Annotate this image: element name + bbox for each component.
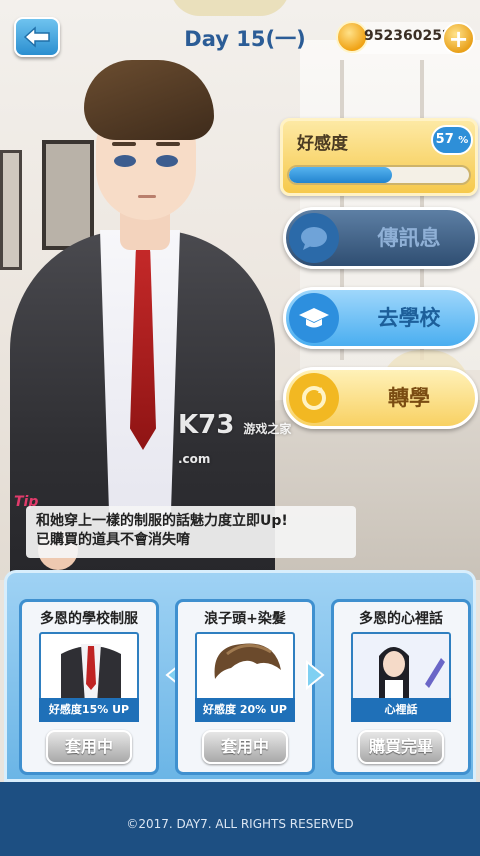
chevron-right-icon bbox=[306, 660, 325, 690]
character-hair bbox=[84, 60, 214, 140]
add-coins-button[interactable]: + bbox=[442, 22, 475, 55]
transfer-cycle-icon bbox=[289, 373, 339, 423]
affection-bar bbox=[287, 165, 471, 185]
arrow-left-icon bbox=[23, 26, 50, 48]
send-message-label: 傳訊息 bbox=[377, 226, 441, 250]
character-eye bbox=[114, 155, 136, 167]
day-title: Day 15(一) bbox=[184, 27, 306, 51]
affection-percent-sign: % bbox=[458, 135, 469, 146]
character-brow bbox=[112, 142, 136, 146]
graduation-cap-icon bbox=[289, 293, 339, 343]
watermark-main: K73 bbox=[178, 410, 235, 440]
ceiling-lamp bbox=[170, 0, 290, 16]
shop-item-title: 浪子頭+染髮 bbox=[204, 611, 286, 627]
shop-item-bonus: 好感度 20% UP bbox=[195, 698, 295, 722]
plus-icon: + bbox=[448, 24, 469, 53]
affection-panel: 好感度 57 % bbox=[280, 118, 478, 196]
shop-item-title: 多恩的心裡話 bbox=[359, 611, 443, 627]
item-shop-panel: 多恩的學校制服 好感度15% UP 套用中 浪子頭+染髮 好感度 20% UP … bbox=[4, 570, 476, 782]
affection-percent: 57 bbox=[435, 132, 454, 147]
apply-button[interactable]: 套用中 bbox=[202, 730, 288, 764]
character-eye bbox=[156, 155, 178, 167]
shop-item-card[interactable]: 浪子頭+染髮 好感度 20% UP 套用中 bbox=[175, 599, 315, 775]
tip-line-1: 和她穿上一樣的制服的話魅力度立即Up! bbox=[36, 513, 288, 529]
character-brow bbox=[156, 142, 180, 146]
shop-item-title: 多恩的學校制服 bbox=[40, 611, 138, 627]
affection-bar-fill bbox=[289, 167, 392, 183]
tip-box: 和她穿上一樣的制服的話魅力度立即Up! 已購買的道具不會消失唷 bbox=[26, 506, 356, 558]
chat-bubble-icon bbox=[289, 213, 339, 263]
affection-label: 好感度 bbox=[297, 134, 348, 154]
purchased-button[interactable]: 購買完畢 bbox=[358, 730, 444, 764]
shop-item-card[interactable]: 多恩的心裡話 心裡話 購買完畢 bbox=[331, 599, 471, 775]
shop-item-bonus: 心裡話 bbox=[351, 698, 451, 722]
tip-line-2: 已購買的道具不會消失唷 bbox=[36, 532, 190, 548]
apply-button[interactable]: 套用中 bbox=[46, 730, 132, 764]
go-to-school-button[interactable]: 去學校 bbox=[283, 287, 478, 349]
watermark: K73 游戏之家 .com bbox=[178, 410, 291, 470]
send-message-button[interactable]: 傳訊息 bbox=[283, 207, 478, 269]
next-item-button[interactable] bbox=[303, 657, 329, 693]
coin-amount: 952360252 bbox=[364, 28, 452, 44]
go-to-school-label: 去學校 bbox=[377, 306, 441, 330]
transfer-school-label: 轉學 bbox=[388, 386, 430, 410]
shop-item-card[interactable]: 多恩的學校制服 好感度15% UP 套用中 bbox=[19, 599, 159, 775]
back-button[interactable] bbox=[14, 17, 60, 57]
character-mouth bbox=[138, 195, 156, 198]
watermark-domain: .com bbox=[178, 452, 211, 466]
copyright-footer: ©2017. DAY7. ALL RIGHTS RESERVED bbox=[0, 782, 480, 856]
transfer-school-button[interactable]: 轉學 bbox=[283, 367, 478, 429]
character-portrait[interactable] bbox=[0, 60, 300, 590]
shop-item-bonus: 好感度15% UP bbox=[39, 698, 139, 722]
affection-percent-badge: 57 % bbox=[431, 125, 473, 155]
watermark-sub: 游戏之家 bbox=[243, 422, 292, 436]
